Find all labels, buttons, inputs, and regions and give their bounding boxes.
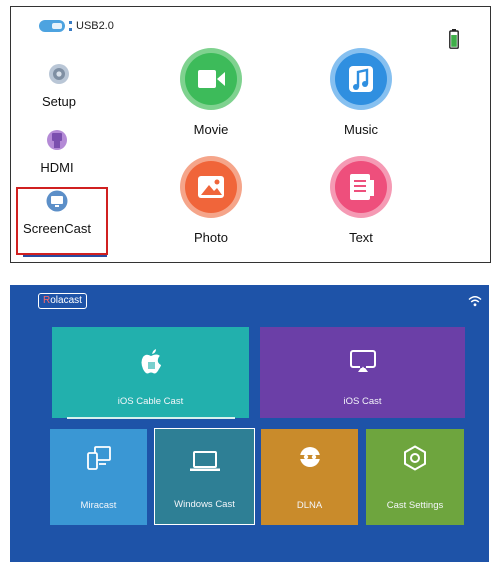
music-note-icon [330, 48, 392, 110]
battery-icon [449, 29, 459, 49]
tile-windows-cast[interactable]: Windows Cast [154, 428, 255, 525]
tile-label: iOS Cast [343, 396, 382, 407]
video-camera-icon [180, 48, 242, 110]
brand-name: olacast [50, 295, 82, 306]
wifi-icon [468, 296, 482, 307]
sidebar-item-label: Setup [42, 94, 76, 109]
gear-icon [49, 64, 69, 84]
app-label: Text [349, 230, 373, 245]
settings-icon [404, 445, 426, 471]
usb-label: USB2.0 [76, 20, 114, 32]
tile-ios-cast[interactable]: iOS Cast [260, 327, 465, 418]
laptop-icon [189, 451, 220, 471]
airplay-icon [349, 350, 376, 372]
cast-menu-panel: Rolacast iOS Cable Cast iOS Cast Miracas… [10, 285, 489, 562]
app-text[interactable]: Text [301, 155, 421, 245]
focus-underline [23, 255, 107, 257]
tile-label: DLNA [296, 500, 323, 511]
tile-dlna[interactable]: DLNA [261, 429, 358, 525]
dlna-icon [299, 447, 320, 467]
tile-ios-cable-cast[interactable]: iOS Cable Cast [52, 327, 249, 418]
sidebar-item-label: HDMI [40, 160, 74, 175]
brand-logo: Rolacast [38, 293, 87, 309]
tile-label: Cast Settings [386, 500, 444, 511]
sidebar-item-hdmi[interactable]: HDMI [14, 129, 100, 175]
usb-icon [39, 20, 65, 32]
tile-label: iOS Cable Cast [117, 396, 184, 407]
apple-icon [141, 349, 161, 374]
image-icon [180, 156, 242, 218]
usb-status: USB2.0 [39, 19, 114, 33]
app-photo[interactable]: Photo [151, 155, 271, 245]
app-label: Music [344, 122, 378, 137]
usb-port-icon [69, 21, 72, 31]
devices-icon [86, 446, 111, 470]
tile-underline [67, 417, 235, 419]
hdmi-icon [47, 130, 67, 150]
tile-cast-settings[interactable]: Cast Settings [366, 429, 464, 525]
app-movie[interactable]: Movie [151, 47, 271, 137]
app-label: Movie [193, 122, 229, 137]
document-icon [330, 156, 392, 218]
sidebar-item-setup[interactable]: Setup [16, 63, 102, 109]
main-menu-panel: USB2.0 Setup HDMI ScreenCast Movie Music… [10, 6, 491, 263]
app-music[interactable]: Music [301, 47, 421, 137]
sidebar-item-screencast[interactable]: ScreenCast [14, 190, 100, 236]
sidebar-item-label: ScreenCast [23, 221, 91, 236]
monitor-icon [46, 190, 68, 212]
tile-label: Miracast [80, 500, 117, 511]
tile-miracast[interactable]: Miracast [50, 429, 147, 525]
tile-label: Windows Cast [174, 499, 235, 510]
app-label: Photo [194, 230, 228, 245]
